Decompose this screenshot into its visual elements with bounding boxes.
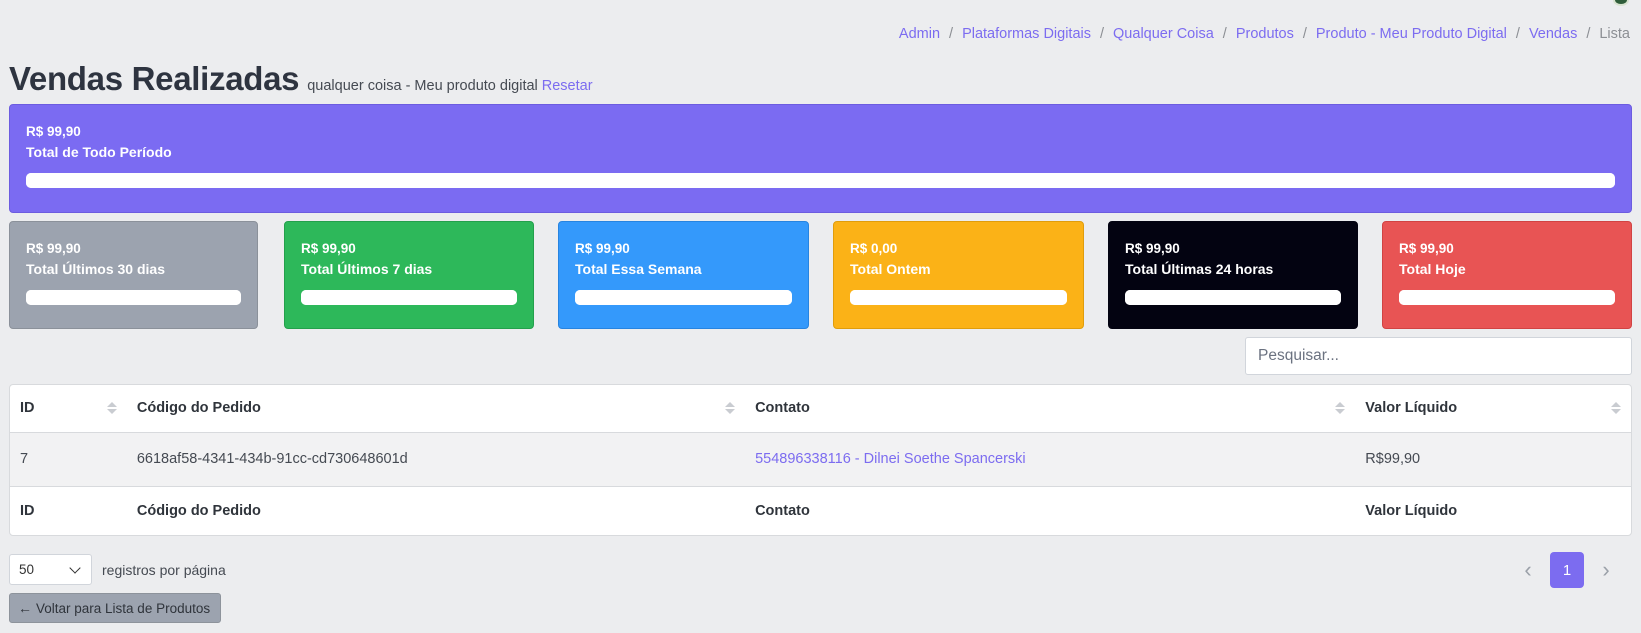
card-progress-bar <box>850 290 1067 305</box>
pagination: ‹ 1 › <box>1514 552 1620 588</box>
footer-id: ID <box>20 502 35 519</box>
table-row: 7 6618af58-4341-434b-91cc-cd730648601d 5… <box>10 432 1631 487</box>
column-header-label: Código do Pedido <box>136 400 261 417</box>
card-amount: R$ 99,90 <box>1399 241 1454 256</box>
card-progress-fill <box>26 290 241 305</box>
card-total-yesterday: R$ 0,00 Total Ontem <box>833 221 1084 329</box>
chevron-right-icon[interactable]: › <box>1592 552 1620 588</box>
sort-icon <box>1611 402 1621 415</box>
page-title: Vendas Realizadas <box>9 60 300 97</box>
cell-order-code: 6618af58-4341-434b-91cc-cd730648601d <box>126 432 746 487</box>
card-label: Total Últimos 30 dias <box>26 261 165 277</box>
breadcrumb-separator: / <box>1302 26 1307 42</box>
card-label: Total Essa Semana <box>575 261 702 277</box>
column-header-id[interactable]: ID <box>10 385 127 433</box>
footer-order-code: Código do Pedido <box>136 502 261 519</box>
card-progress-fill <box>575 290 792 305</box>
card-total-today: R$ 99,90 Total Hoje <box>1382 221 1632 329</box>
sales-table: ID Código do Pedido Contato Valor Líquid… <box>9 384 1632 536</box>
card-progress-bar <box>575 290 792 305</box>
breadcrumb-produtos[interactable]: Produtos <box>1236 26 1294 42</box>
arrow-left-icon: ← <box>18 600 32 616</box>
column-header-label: ID <box>20 400 35 417</box>
title-row: Vendas Realizadas qualquer coisa - Meu p… <box>9 60 593 98</box>
per-page-value: 50 <box>19 562 35 577</box>
sort-icon <box>1335 402 1346 415</box>
back-to-products-button[interactable]: ← Voltar para Lista de Produtos <box>9 593 221 623</box>
column-header-contact[interactable]: Contato <box>745 385 1356 433</box>
card-progress-fill <box>850 290 1067 305</box>
card-progress-bar <box>1125 290 1341 305</box>
page-subtitle: qualquer coisa - Meu produto digital <box>307 78 538 94</box>
user-avatar[interactable] <box>1613 0 1629 6</box>
card-progress-bar <box>26 173 1615 188</box>
column-header-label: Contato <box>755 400 810 417</box>
chevron-down-icon <box>69 562 81 574</box>
card-total-this-week: R$ 99,90 Total Essa Semana <box>558 221 809 329</box>
card-total-7-days: R$ 99,90 Total Últimos 7 dias <box>284 221 534 329</box>
card-progress-bar <box>301 290 517 305</box>
card-label: Total Últimas 24 horas <box>1125 261 1274 277</box>
per-page-select[interactable]: 50 <box>9 554 92 585</box>
card-amount: R$ 99,90 <box>1125 241 1180 256</box>
card-total-30-days: R$ 99,90 Total Últimos 30 dias <box>9 221 258 329</box>
breadcrumb-separator: / <box>1586 26 1591 42</box>
column-header-order-code[interactable]: Código do Pedido <box>126 385 746 433</box>
breadcrumb-admin[interactable]: Admin <box>899 26 940 42</box>
card-label: Total Hoje <box>1399 261 1466 277</box>
card-amount: R$ 0,00 <box>850 241 898 256</box>
breadcrumb-vendas[interactable]: Vendas <box>1529 26 1577 42</box>
card-progress-fill <box>1399 290 1615 305</box>
per-page-label: registros por página <box>102 562 226 578</box>
card-progress-fill <box>1125 290 1341 305</box>
card-amount: R$ 99,90 <box>26 124 81 139</box>
page-button-1[interactable]: 1 <box>1550 552 1584 588</box>
card-amount: R$ 99,90 <box>301 241 356 256</box>
card-progress-bar <box>1399 290 1615 305</box>
card-progress-fill <box>26 173 1615 188</box>
footer-net-value: Valor Líquido <box>1365 502 1458 519</box>
breadcrumb-separator: / <box>1222 26 1227 42</box>
column-header-label: Valor Líquido <box>1365 400 1458 417</box>
card-amount: R$ 99,90 <box>575 241 630 256</box>
search-input[interactable] <box>1245 337 1632 375</box>
back-button-label: Voltar para Lista de Produtos <box>36 600 211 616</box>
breadcrumb-separator: / <box>1100 26 1105 42</box>
breadcrumb: Admin / Plataformas Digitais / Qualquer … <box>899 26 1630 42</box>
column-header-net-value[interactable]: Valor Líquido <box>1355 385 1631 433</box>
card-amount: R$ 99,90 <box>26 241 81 256</box>
footer-contact: Contato <box>755 502 810 519</box>
card-label: Total Ontem <box>850 261 931 277</box>
card-label: Total de Todo Período <box>26 144 172 160</box>
cell-id: 7 <box>10 432 127 487</box>
breadcrumb-qualquer-coisa[interactable]: Qualquer Coisa <box>1113 26 1214 42</box>
breadcrumb-lista: Lista <box>1599 26 1630 42</box>
breadcrumb-plataformas-digitais[interactable]: Plataformas Digitais <box>962 26 1091 42</box>
breadcrumb-separator: / <box>949 26 954 42</box>
breadcrumb-separator: / <box>1515 26 1520 42</box>
contact-link[interactable]: 554896338116 - Dilnei Soethe Spancerski <box>755 451 1026 467</box>
card-total-24-hours: R$ 99,90 Total Últimas 24 horas <box>1108 221 1358 329</box>
card-progress-fill <box>301 290 517 305</box>
card-label: Total Últimos 7 dias <box>301 261 433 277</box>
table-footer-row: ID Código do Pedido Contato Valor Líquid… <box>10 486 1631 535</box>
sort-icon <box>725 402 736 415</box>
sort-icon <box>106 402 117 415</box>
cell-contact: 554896338116 - Dilnei Soethe Spancerski <box>745 432 1356 487</box>
card-total-all-period: R$ 99,90 Total de Todo Período <box>9 104 1632 213</box>
chevron-left-icon[interactable]: ‹ <box>1514 552 1542 588</box>
reset-link[interactable]: Resetar <box>542 78 593 94</box>
table-header-row: ID Código do Pedido Contato Valor Líquid… <box>10 385 1631 433</box>
card-progress-bar <box>26 290 241 305</box>
cell-net-value: R$99,90 <box>1355 432 1631 487</box>
breadcrumb-produto[interactable]: Produto - Meu Produto Digital <box>1316 26 1507 42</box>
